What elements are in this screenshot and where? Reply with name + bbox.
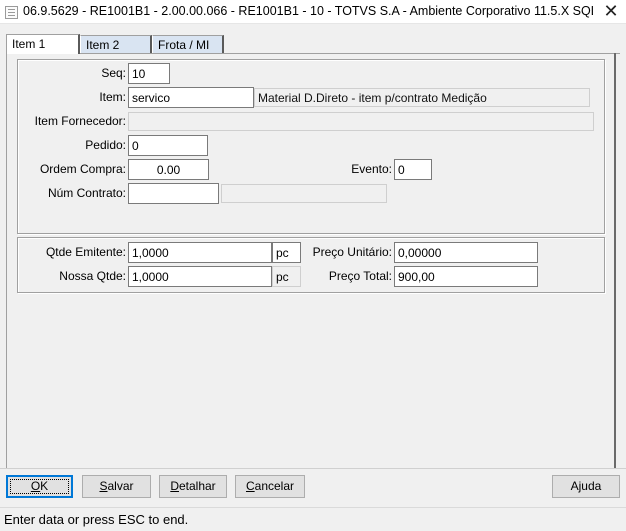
salvar-label: alvar	[107, 479, 134, 493]
evento-label: Evento:	[351, 162, 392, 176]
tab-frota-mi[interactable]: Frota / MI	[152, 35, 224, 55]
pedido-input[interactable]	[128, 135, 208, 156]
ok-mnemonic: O	[30, 479, 41, 493]
tab-label: Item 1	[12, 37, 46, 51]
seq-input[interactable]	[128, 63, 170, 84]
item-label: Item:	[99, 90, 126, 104]
evento-input[interactable]	[394, 159, 432, 180]
ajuda-button[interactable]: Ajuda	[552, 475, 620, 498]
num-contrato-label: Núm Contrato:	[47, 186, 126, 200]
window-title: 06.9.5629 - RE1001B1 - 2.00.00.066 - RE1…	[23, 4, 593, 18]
detalhar-mnemonic: D	[170, 479, 179, 493]
footer-separator	[0, 468, 626, 469]
num-contrato-input[interactable]	[128, 183, 219, 204]
salvar-mnemonic: S	[99, 479, 108, 493]
item-fornecedor-label: Item Fornecedor:	[34, 114, 126, 128]
ajuda-label: Ajuda	[570, 479, 602, 493]
nossa-qtde-input[interactable]	[128, 266, 272, 287]
preco-total-input[interactable]	[394, 266, 538, 287]
preco-unitario-input[interactable]	[394, 242, 538, 263]
status-bar: Enter data or press ESC to end.	[0, 507, 626, 531]
detalhar-button[interactable]: Detalhar	[159, 475, 227, 498]
close-icon[interactable]: ✕	[598, 1, 624, 22]
cancelar-label: ancelar	[254, 479, 295, 493]
item-description: Material D.Direto - item p/contrato Medi…	[254, 88, 590, 107]
ok-button[interactable]: OK	[6, 475, 73, 498]
ok-label: K	[40, 479, 49, 493]
tab-item-2[interactable]: Item 2	[80, 35, 152, 55]
detalhar-label: etalhar	[178, 479, 216, 493]
tab-label: Frota / MI	[158, 38, 210, 52]
tab-panel-edge	[614, 53, 616, 468]
item-fornecedor-field	[128, 112, 594, 131]
ordem-compra-label: Ordem Compra:	[39, 162, 126, 176]
ordem-compra-input[interactable]	[128, 159, 209, 180]
preco-unitario-label: Preço Unitário:	[312, 245, 392, 259]
document-icon	[5, 6, 18, 19]
num-contrato-description	[221, 184, 387, 203]
tab-item-1[interactable]: Item 1	[6, 34, 80, 54]
salvar-button[interactable]: Salvar	[82, 475, 151, 498]
qtde-emitente-input[interactable]	[128, 242, 272, 263]
nossa-qtde-unit: pc	[272, 266, 301, 287]
cancelar-mnemonic: C	[245, 479, 255, 493]
seq-label: Seq:	[101, 66, 126, 80]
nossa-qtde-label: Nossa Qtde:	[59, 269, 126, 283]
tab-label: Item 2	[86, 38, 120, 52]
pedido-label: Pedido:	[85, 138, 126, 152]
qtde-emitente-unit[interactable]: pc	[272, 242, 301, 263]
status-text: Enter data or press ESC to end.	[4, 512, 189, 527]
cancelar-button[interactable]: Cancelar	[235, 475, 305, 498]
qtde-emitente-label: Qtde Emitente:	[45, 245, 126, 259]
preco-total-label: Preço Total:	[328, 269, 392, 283]
title-bar: 06.9.5629 - RE1001B1 - 2.00.00.066 - RE1…	[0, 0, 626, 24]
item-input[interactable]	[128, 87, 254, 108]
